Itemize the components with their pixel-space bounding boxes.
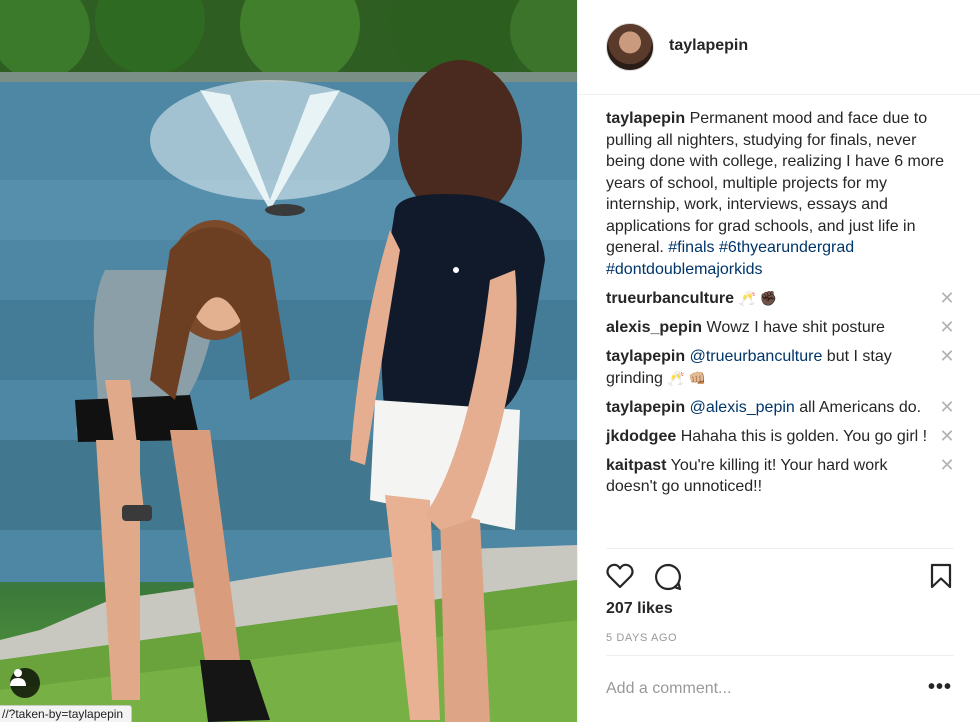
bookmark-icon[interactable]: [930, 563, 952, 589]
add-comment-input[interactable]: [606, 678, 906, 700]
caption-text: Permanent mood and face due to pulling a…: [606, 110, 944, 256]
delete-comment-button[interactable]: ✕: [938, 318, 956, 337]
delete-comment-button[interactable]: ✕: [938, 289, 956, 308]
comment-item: alexis_pepin Wowz I have shit posture ✕: [606, 317, 956, 339]
comment-item: jkdodgee Hahaha this is golden. You go g…: [606, 426, 956, 448]
avatar[interactable]: [606, 23, 654, 71]
hashtag[interactable]: #finals: [668, 239, 714, 256]
comment-username[interactable]: taylapepin: [606, 399, 685, 416]
comment-item: taylapepin @trueurbanculture but I stay …: [606, 346, 956, 389]
comment-text: Wowz I have shit posture: [706, 319, 885, 336]
hashtag[interactable]: #6thyearundergrad: [719, 239, 854, 256]
post-photo[interactable]: //?taken-by=taylapepin: [0, 0, 577, 722]
tagged-users-button[interactable]: [10, 668, 40, 698]
post-timestamp[interactable]: 5 DAYS AGO: [606, 632, 677, 644]
header-username[interactable]: taylapepin: [669, 37, 748, 55]
comment-text: Hahaha this is golden. You go girl !: [680, 427, 928, 445]
post-panel: taylapepin taylapepin Permanent mood and…: [577, 0, 980, 722]
photo-scene: [0, 0, 577, 722]
comment-emoji: 🥂 ✊🏿: [738, 290, 778, 306]
comment-item: trueurbanculture 🥂 ✊🏿 ✕: [606, 288, 956, 310]
post-header: taylapepin: [578, 0, 980, 95]
comment-username[interactable]: taylapepin: [606, 348, 685, 365]
comments-list: taylapepin Permanent mood and face due t…: [606, 108, 956, 505]
comment-text: all Americans do.: [794, 398, 922, 416]
delete-comment-button[interactable]: ✕: [938, 398, 956, 417]
comment-item: taylapepin @alexis_pepin all Americans d…: [606, 397, 956, 419]
comment-mention[interactable]: @trueurbanculture: [690, 348, 823, 365]
post-caption: taylapepin Permanent mood and face due t…: [606, 108, 956, 280]
action-bar: [606, 548, 954, 606]
comment-emoji: 🥂 👊🏼: [667, 369, 707, 386]
add-comment-section: •••: [606, 655, 954, 722]
hashtag[interactable]: #dontdoublemajorkids: [606, 261, 763, 278]
comment-bubble-icon[interactable]: [654, 563, 682, 591]
status-bar-url: //?taken-by=taylapepin: [0, 705, 133, 722]
person-icon: [10, 669, 26, 686]
comment-username[interactable]: jkdodgee: [606, 428, 676, 445]
heart-icon[interactable]: [606, 563, 634, 589]
delete-comment-button[interactable]: ✕: [938, 347, 956, 366]
caption-username[interactable]: taylapepin: [606, 110, 685, 127]
delete-comment-button[interactable]: ✕: [938, 456, 956, 475]
comment-mention[interactable]: @alexis_pepin: [690, 399, 795, 416]
likes-count[interactable]: 207 likes: [606, 600, 673, 618]
comment-username[interactable]: kaitpast: [606, 457, 666, 474]
comment-username[interactable]: alexis_pepin: [606, 319, 702, 336]
delete-comment-button[interactable]: ✕: [938, 427, 956, 446]
comment-username[interactable]: trueurbanculture: [606, 290, 734, 307]
more-options-button[interactable]: •••: [928, 677, 952, 697]
comment-item: kaitpast You're killing it! Your hard wo…: [606, 455, 956, 498]
